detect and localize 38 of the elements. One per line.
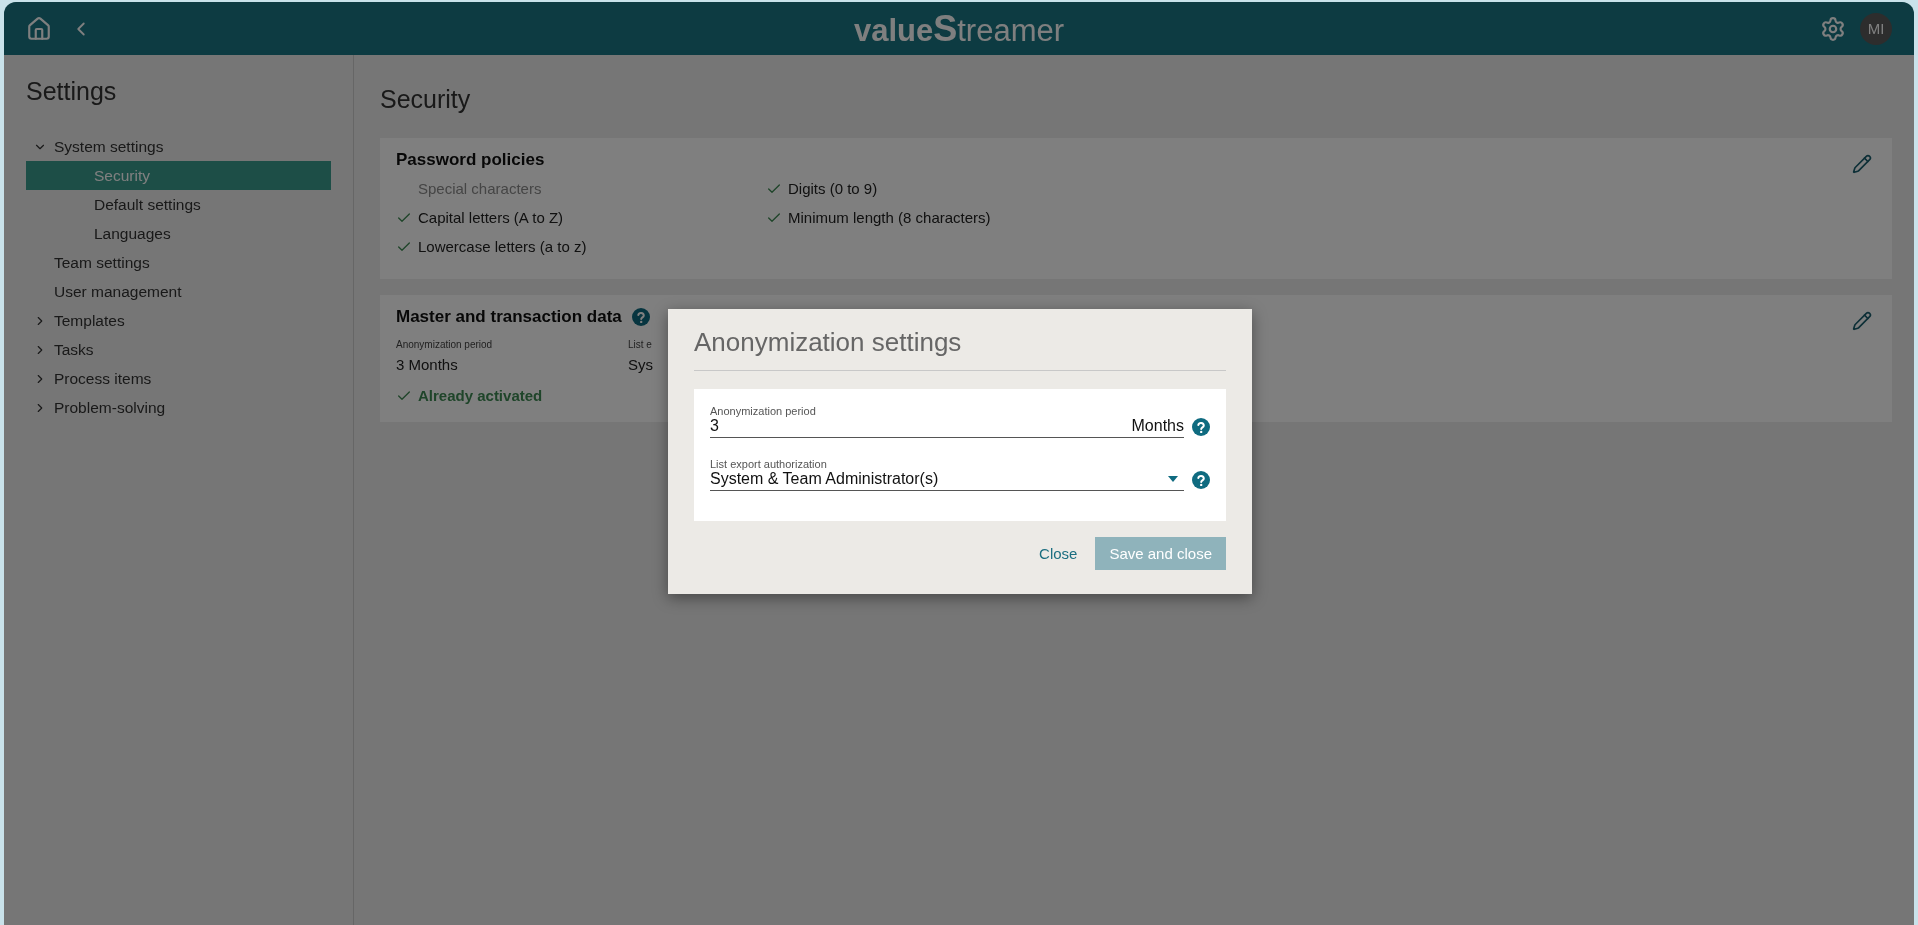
sidebar-item[interactable]: Languages <box>26 219 331 248</box>
policy-rule: Capital letters (A to Z) <box>396 203 766 232</box>
status-label: Already activated <box>418 387 543 404</box>
help-icon[interactable] <box>1192 471 1210 489</box>
logo: valueStreamer <box>852 7 1066 50</box>
edit-icon[interactable] <box>1852 311 1872 331</box>
help-icon[interactable] <box>631 308 650 326</box>
caret-icon <box>1168 476 1178 482</box>
policy-rule: Special characters <box>417 179 543 199</box>
settings-icon[interactable] <box>1820 15 1846 42</box>
sidebar-item[interactable]: Process items <box>26 364 353 393</box>
sidebar-item[interactable]: System settings <box>26 132 353 161</box>
edit-icon[interactable] <box>1852 154 1872 174</box>
sidebar-item[interactable]: Team settings <box>26 248 353 277</box>
sidebar-item[interactable]: Default settings <box>26 190 331 219</box>
sidebar-item[interactable]: Problem-solving <box>26 393 353 422</box>
field-value: 3 Months <box>396 356 459 373</box>
authorization-select-field[interactable]: List export authorization System & Team Administrator(s) <box>710 458 1184 491</box>
dialog-title: Anonymization settings <box>694 327 1226 371</box>
field-label: List e <box>628 339 653 350</box>
close-button[interactable]: Close <box>1033 544 1084 563</box>
field-label: Anonymization period <box>396 339 494 350</box>
period-input-field[interactable]: Anonymization period 3 Months <box>710 405 1184 438</box>
home-icon[interactable] <box>26 15 52 42</box>
user-avatar[interactable]: MI <box>1860 12 1892 45</box>
policy-rule: Digits (0 to 9) <box>766 174 1166 203</box>
policy-rule: Minimum length (8 characters) <box>766 203 1166 232</box>
sidebar-item[interactable]: Tasks <box>26 335 353 364</box>
sidebar-item[interactable]: Templates <box>26 306 353 335</box>
field-value: Sys <box>628 356 654 373</box>
sidebar-title: Settings <box>26 77 118 106</box>
card-title: Password policies <box>396 150 545 170</box>
card-title: Master and transaction data <box>396 307 622 327</box>
sidebar-item[interactable]: Security <box>26 161 331 190</box>
policy-rule: Lowercase letters (a to z) <box>396 232 766 261</box>
page-title: Security <box>380 85 472 114</box>
sidebar-item[interactable]: User management <box>26 277 353 306</box>
help-icon[interactable] <box>1192 418 1210 436</box>
